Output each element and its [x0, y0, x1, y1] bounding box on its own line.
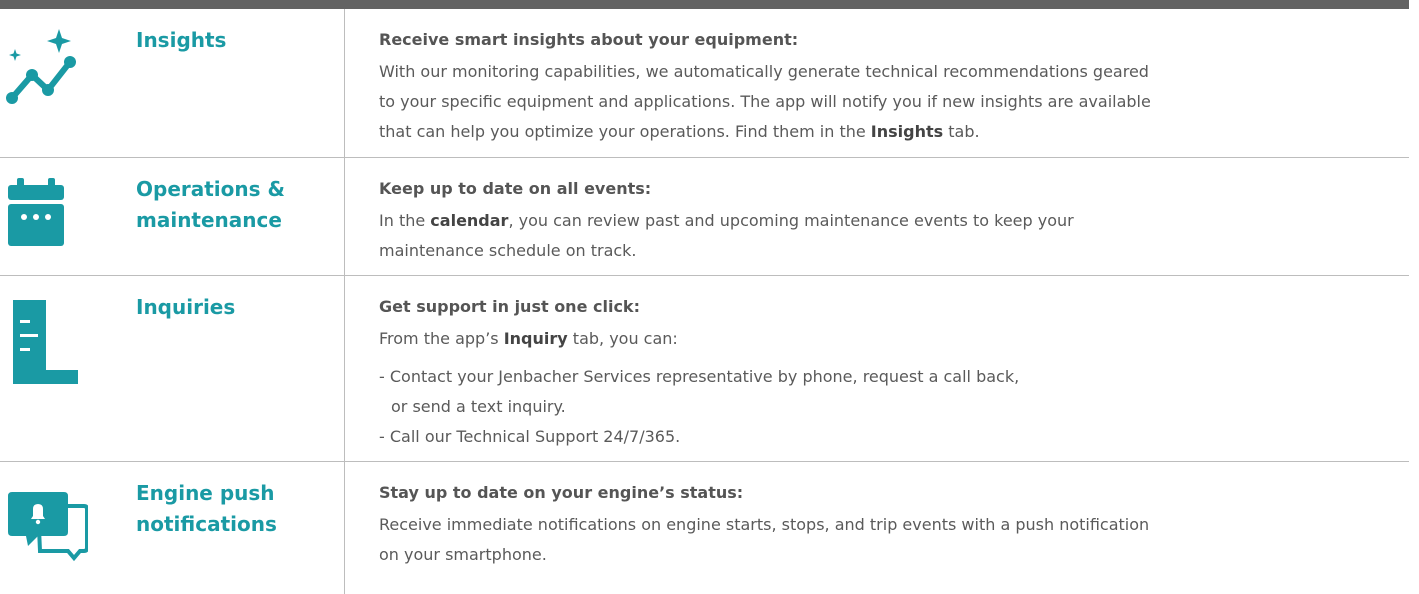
feature-body-line: to your specific equipment and applicati… [379, 92, 1151, 111]
feature-heading: Stay up to date on your engine’s status: [379, 483, 744, 502]
feature-title: Operations & [136, 177, 285, 201]
feature-row-inquiries: Inquiries Get support in just one click:… [0, 276, 1409, 462]
title-cell: Engine push notifications [106, 462, 344, 594]
feature-body-line: that can help you optimize your operatio… [379, 122, 980, 141]
feature-row-insights: Insights Receive smart insights about yo… [0, 9, 1409, 158]
icon-cell [0, 9, 106, 157]
insights-chart-icon [6, 29, 76, 104]
bullet-item: - Contact your Jenbacher Services repres… [379, 367, 1020, 386]
feature-heading: Get support in just one click: [379, 297, 640, 316]
features-table: Insights Receive smart insights about yo… [0, 9, 1409, 594]
feature-body-line: In the calendar, you can review past and… [379, 211, 1074, 230]
calendar-icon [8, 178, 64, 246]
feature-title: maintenance [136, 208, 282, 232]
feature-heading: Receive smart insights about your equipm… [379, 30, 799, 49]
feature-body-line: on your smartphone. [379, 545, 547, 564]
title-cell: Insights [106, 9, 344, 157]
description-cell: Stay up to date on your engine’s status:… [345, 462, 1409, 594]
feature-row-push-notifications: Engine push notifications Stay up to dat… [0, 462, 1409, 594]
description-cell: Get support in just one click: From the … [345, 276, 1409, 461]
title-cell: Operations & maintenance [106, 158, 344, 275]
document-icon [13, 300, 78, 384]
top-border-bar [0, 0, 1409, 9]
description-cell: Receive smart insights about your equipm… [345, 9, 1409, 157]
feature-title: notifications [136, 512, 277, 536]
chat-notification-icon [8, 492, 88, 562]
icon-cell [0, 158, 106, 275]
feature-body-line: From the app’s Inquiry tab, you can: [379, 329, 678, 348]
title-cell: Inquiries [106, 276, 344, 461]
icon-cell [0, 462, 106, 594]
feature-body-line: With our monitoring capabilities, we aut… [379, 62, 1149, 81]
icon-cell [0, 276, 106, 461]
bold-term: Inquiry [503, 329, 568, 348]
feature-row-operations: Operations & maintenance Keep up to date… [0, 158, 1409, 276]
bold-term: Insights [870, 122, 944, 141]
bullet-item: - Call our Technical Support 24/7/365. [379, 427, 681, 446]
feature-body-line: maintenance schedule on track. [379, 241, 637, 260]
feature-title: Insights [136, 28, 227, 52]
bullet-item-continuation: or send a text inquiry. [391, 397, 566, 416]
feature-title: Engine push [136, 481, 275, 505]
feature-title: Inquiries [136, 295, 236, 319]
bold-term: calendar [430, 211, 509, 230]
feature-heading: Keep up to date on all events: [379, 179, 652, 198]
description-cell: Keep up to date on all events: In the ca… [345, 158, 1409, 275]
feature-body-line: Receive immediate notifications on engin… [379, 515, 1150, 534]
